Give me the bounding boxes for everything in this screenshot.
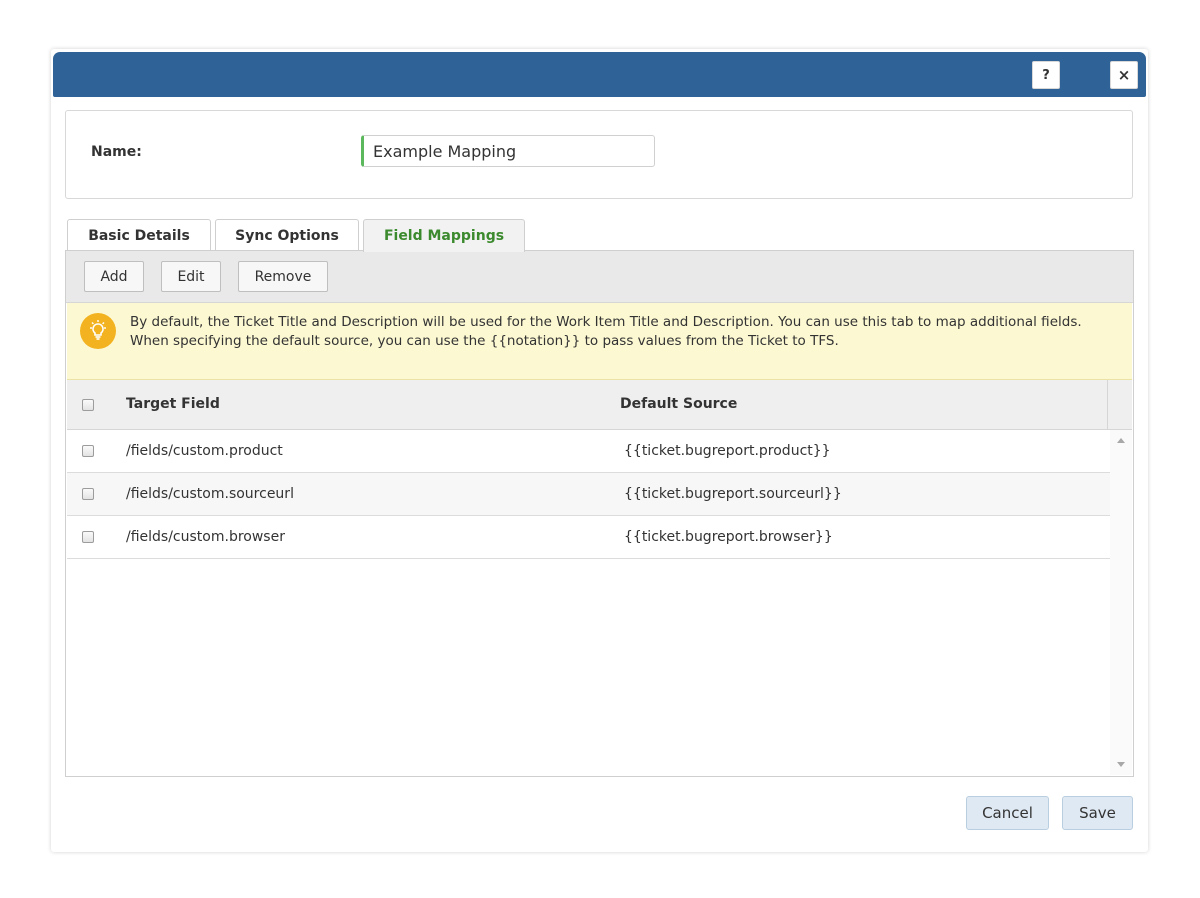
help-icon: ? [1042, 67, 1050, 83]
scroll-up-icon[interactable] [1117, 438, 1125, 443]
remove-button[interactable]: Remove [238, 261, 328, 292]
table-row[interactable]: /fields/custom.product {{ticket.bugrepor… [67, 430, 1110, 473]
add-button[interactable]: Add [84, 261, 144, 292]
tab-basic-details[interactable]: Basic Details [67, 219, 211, 251]
name-label: Name: [91, 144, 142, 160]
lightbulb-icon [80, 313, 116, 349]
name-input[interactable] [361, 135, 655, 167]
info-text: By default, the Ticket Title and Descrip… [130, 314, 1082, 349]
help-button[interactable]: ? [1032, 61, 1060, 89]
column-header-target-field: Target Field [126, 396, 220, 412]
row-checkbox[interactable] [82, 488, 94, 500]
target-field-cell: /fields/custom.browser [126, 529, 285, 545]
column-divider [1107, 380, 1108, 429]
close-icon: × [1117, 66, 1131, 84]
save-button[interactable]: Save [1062, 796, 1133, 830]
select-all-checkbox[interactable] [82, 399, 94, 411]
tab-label: Basic Details [88, 227, 190, 244]
row-checkbox[interactable] [82, 531, 94, 543]
default-source-cell: {{ticket.bugreport.product}} [624, 443, 831, 459]
row-checkbox[interactable] [82, 445, 94, 457]
close-button[interactable]: × [1110, 61, 1138, 89]
column-header-default-source: Default Source [620, 396, 738, 412]
tab-label: Field Mappings [383, 228, 505, 244]
table-row[interactable]: /fields/custom.browser {{ticket.bugrepor… [67, 516, 1110, 559]
tab-sync-options[interactable]: Sync Options [215, 219, 359, 251]
default-source-cell: {{ticket.bugreport.sourceurl}} [624, 486, 842, 502]
info-banner: By default, the Ticket Title and Descrip… [67, 303, 1132, 380]
tab-label: Sync Options [235, 227, 339, 244]
scroll-down-icon[interactable] [1117, 762, 1125, 767]
target-field-cell: /fields/custom.sourceurl [126, 486, 294, 502]
dialog-titlebar: ? × [53, 52, 1146, 97]
table-header: Target Field Default Source [67, 380, 1132, 430]
cancel-button[interactable]: Cancel [966, 796, 1049, 830]
target-field-cell: /fields/custom.product [126, 443, 283, 459]
name-panel: Name: [65, 110, 1133, 199]
default-source-cell: {{ticket.bugreport.browser}} [624, 529, 833, 545]
table-row[interactable]: /fields/custom.sourceurl {{ticket.bugrep… [67, 473, 1110, 516]
field-mappings-panel: Add Edit Remove By default, the Ticket T… [65, 250, 1134, 777]
edit-button[interactable]: Edit [161, 261, 221, 292]
tab-field-mappings[interactable]: Field Mappings [363, 219, 525, 252]
mapping-toolbar: Add Edit Remove [66, 251, 1133, 303]
field-mapping-dialog: ? × Name: Basic Details Sync Options Fie… [51, 49, 1148, 852]
table-scrollbar[interactable] [1110, 430, 1132, 775]
